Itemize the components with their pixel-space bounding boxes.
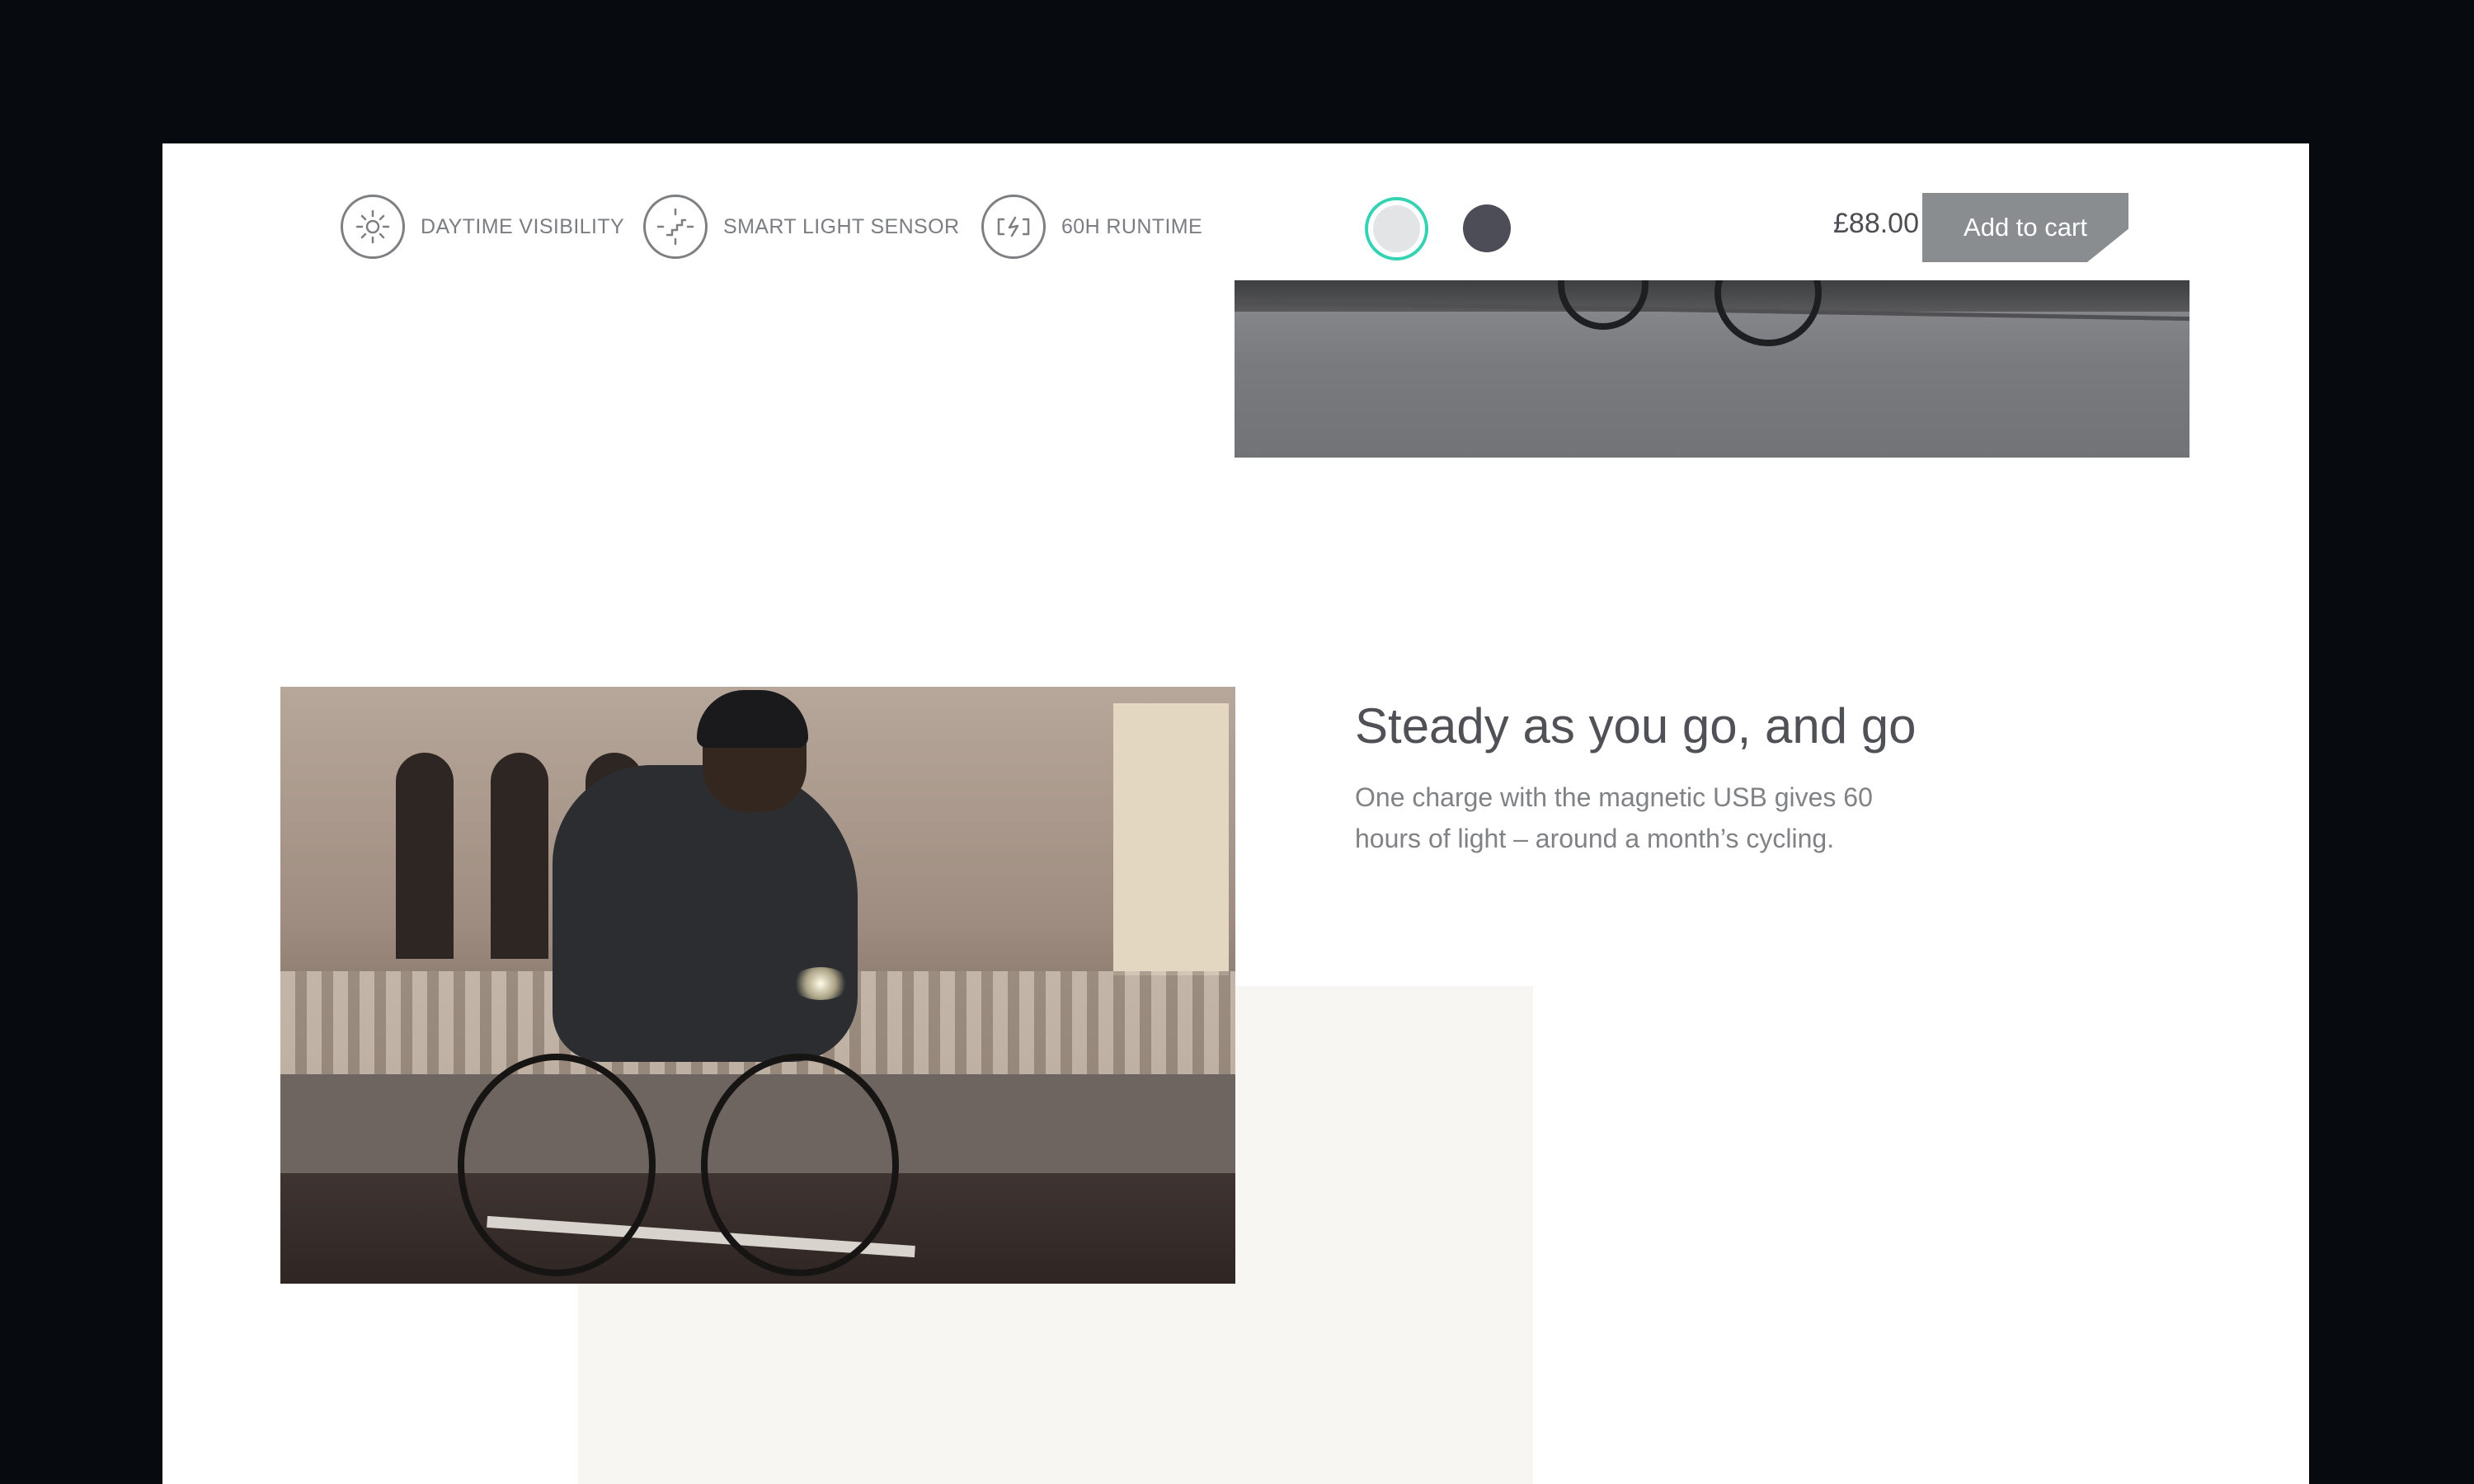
battery-charge-icon bbox=[981, 195, 1046, 259]
color-swatch-light[interactable] bbox=[1365, 197, 1428, 261]
photo-bike-wheel-front bbox=[1714, 280, 1822, 346]
light-sensor-icon bbox=[643, 195, 708, 259]
product-price: £88.00 bbox=[1833, 208, 1919, 239]
feature-label: DAYTIME VISIBILITY bbox=[421, 214, 625, 238]
photo-curb bbox=[1235, 280, 2189, 312]
photo-bike-wheel-rear bbox=[1558, 280, 1649, 330]
section-headline: Steady as you go, and go bbox=[1355, 698, 1917, 754]
product-page: DAYTIME VISIBILITY SMART LIGHT SENSOR 60… bbox=[162, 143, 2309, 1484]
cyclist-city-photo bbox=[280, 687, 1235, 1284]
sticky-product-bar: DAYTIME VISIBILITY SMART LIGHT SENSOR 60… bbox=[162, 143, 2309, 280]
photo-bike-wheel-front bbox=[701, 1054, 899, 1276]
color-swatch-dark[interactable] bbox=[1463, 204, 1511, 252]
section-body-text: One charge with the magnetic USB gives 6… bbox=[1355, 782, 1873, 853]
photo-shop-window bbox=[1113, 703, 1229, 975]
road-cyclist-photo bbox=[1235, 280, 2189, 458]
feature-smart-light-sensor: SMART LIGHT SENSOR bbox=[643, 193, 959, 261]
photo-bike-wheel-rear bbox=[458, 1054, 656, 1276]
photo-arch bbox=[396, 753, 454, 959]
photo-arch bbox=[491, 753, 548, 959]
sun-icon bbox=[341, 195, 405, 259]
add-to-cart-button[interactable]: Add to cart bbox=[1922, 193, 2128, 262]
photo-rider bbox=[553, 765, 858, 1062]
feature-label: SMART LIGHT SENSOR bbox=[723, 214, 960, 238]
feature-daytime-visibility: DAYTIME VISIBILITY bbox=[341, 193, 624, 261]
feature-60h-runtime: 60H RUNTIME bbox=[981, 193, 1202, 261]
photo-bike-light-glow bbox=[792, 967, 849, 1000]
feature-label: 60H RUNTIME bbox=[1061, 214, 1203, 238]
